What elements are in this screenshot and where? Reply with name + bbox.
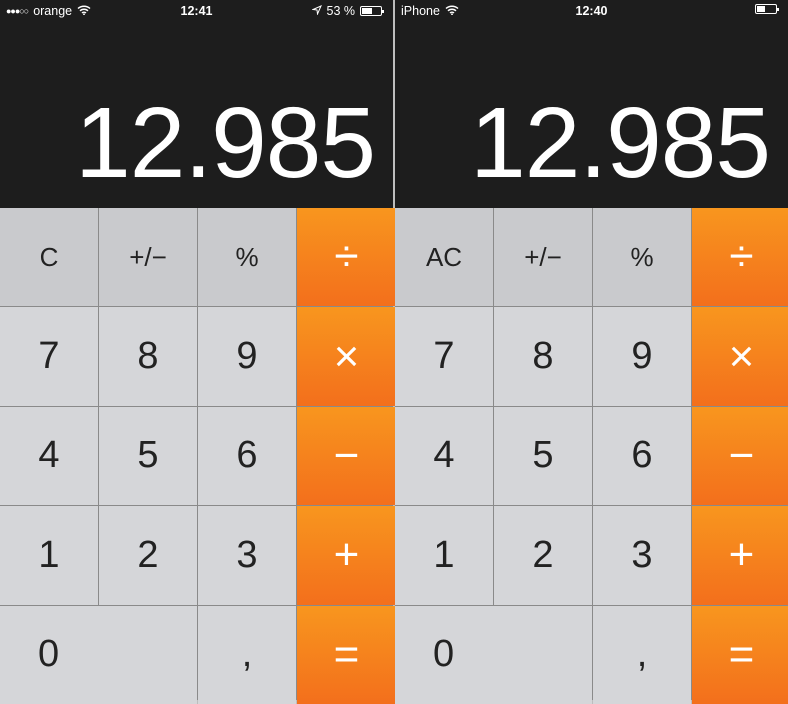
battery-percent: 53 % [326, 4, 356, 18]
digit-4-button[interactable]: 4 [0, 406, 98, 506]
status-bar: ●●●○○ orange 12:41 53 % [0, 0, 393, 22]
add-button[interactable]: + [297, 506, 396, 605]
divide-button[interactable]: ÷ [692, 208, 788, 307]
keypad: AC +/−% ÷ 7 8 9 × 4 5 6− 1 2 3 +0, = [395, 208, 788, 704]
digit-7-button[interactable]: 7 [395, 307, 493, 406]
digit-0-button[interactable]: 0 [0, 605, 197, 704]
digit-2-button[interactable]: 2 [99, 506, 197, 605]
battery-icon [360, 6, 384, 16]
digit-3-button[interactable]: 3 [198, 506, 296, 605]
keypad: C +/−% ÷ 7 8 9 × 4 5 6− 1 2 3 +0, = [0, 208, 396, 704]
toggle-sign-button[interactable]: +/− [494, 208, 592, 307]
subtract-button[interactable]: − [297, 406, 396, 506]
digit-9-button[interactable]: 9 [198, 307, 296, 406]
digit-4-button[interactable]: 4 [395, 406, 493, 506]
location-arrow-icon [310, 4, 322, 18]
digit-0-button[interactable]: 0 [395, 605, 592, 704]
digit-2-button[interactable]: 2 [494, 506, 592, 605]
digit-6-button[interactable]: 6 [593, 406, 691, 506]
percent-button[interactable]: % [198, 208, 296, 307]
calculator-right: iPhone 12:40 12.985 AC +/−% ÷ 7 8 9 × 4 5 6− 1 2 3 +0… [395, 0, 788, 704]
digit-9-button[interactable]: 9 [593, 307, 691, 406]
digit-1-button[interactable]: 1 [0, 506, 98, 605]
battery-icon [755, 4, 779, 14]
result-display: 12.985 [470, 87, 771, 199]
digit-5-button[interactable]: 5 [99, 406, 197, 506]
decimal-button[interactable]: , [198, 605, 296, 704]
digit-8-button[interactable]: 8 [494, 307, 592, 406]
multiply-button[interactable]: × [297, 307, 396, 406]
status-bar: iPhone 12:40 [395, 0, 788, 22]
status-time: 12:40 [575, 4, 608, 18]
digit-6-button[interactable]: 6 [198, 406, 296, 506]
add-button[interactable]: + [692, 506, 788, 605]
equals-button[interactable]: = [692, 605, 788, 704]
percent-button[interactable]: % [593, 208, 691, 307]
calculator-left: ●●●○○ orange 12:41 53 % 12.985 C +/−% ÷ 7 8 9… [0, 0, 396, 704]
divide-button[interactable]: ÷ [297, 208, 396, 307]
result-display: 12.985 [75, 87, 376, 199]
all-clear-button[interactable]: AC [395, 208, 493, 307]
decimal-button[interactable]: , [593, 605, 691, 704]
digit-1-button[interactable]: 1 [395, 506, 493, 605]
multiply-button[interactable]: × [692, 307, 788, 406]
subtract-button[interactable]: − [692, 406, 788, 506]
digit-5-button[interactable]: 5 [494, 406, 592, 506]
digit-3-button[interactable]: 3 [593, 506, 691, 605]
digit-8-button[interactable]: 8 [99, 307, 197, 406]
clear-button[interactable]: C [0, 208, 98, 307]
toggle-sign-button[interactable]: +/− [99, 208, 197, 307]
equals-button[interactable]: = [297, 605, 396, 704]
digit-7-button[interactable]: 7 [0, 307, 98, 406]
